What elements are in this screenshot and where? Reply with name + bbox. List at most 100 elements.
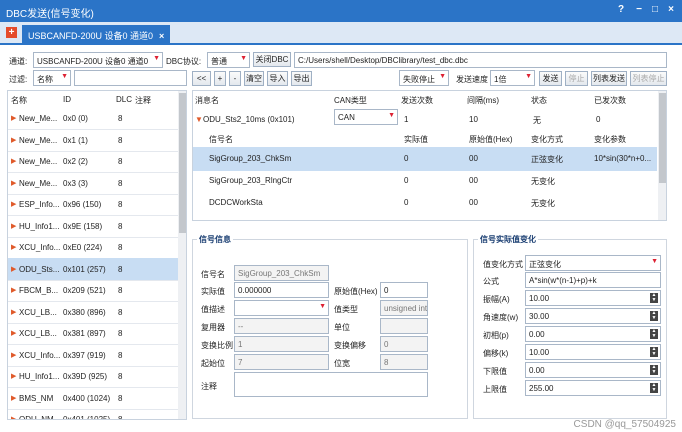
list-item[interactable]: ▶ HU_Info1... 0x39D (925) 8 [8,365,178,388]
list-item[interactable]: ▶ New_Me... 0x2 (2) 8 [8,150,178,173]
list-send-button[interactable]: 列表发送 [591,71,627,86]
list-item[interactable]: ▶ XCU_Info... 0xE0 (224) 8 [8,236,178,259]
channel-label: 通道: [9,57,28,66]
chevron-down-icon: ▼ [319,303,326,310]
tab-device[interactable]: USBCANFD-200U 设备0 通道0 × [22,25,171,45]
expand-arrow-icon[interactable]: ▶ [11,415,16,419]
signal-mode: 无变化 [531,220,555,221]
list-item[interactable]: ▶ HU_Info1... 0x9E (158) 8 [8,215,178,238]
list-item[interactable]: ▶ XCU_LB... 0x380 (896) 8 [8,301,178,324]
close-dbc-button[interactable]: 关闭DBC [253,52,291,67]
expand-arrow-icon[interactable]: ▶ [11,114,16,122]
signal-row[interactable]: DCDCWorkSta 0 00 无变化 [193,191,657,215]
w-stepper[interactable]: 30.00 ▲ ▼ [525,308,661,324]
tab-label: USBCANFD-200U 设备0 通道0 [28,31,154,41]
actual-value: 0.000000 [238,286,272,295]
msg-item-dlc: 8 [118,157,123,166]
spin-icon[interactable]: ▲ ▼ [650,347,658,357]
msg-item-name: XCU_Info... [19,350,61,360]
expand-arrow-icon[interactable]: ▶ [11,157,16,165]
message-list-scrollbar[interactable] [178,91,186,419]
dbc-path-field[interactable]: C:/Users/shell/Desktop/DBClibrary/test_d… [294,52,667,68]
list-stop-button[interactable]: 列表停止 [630,71,667,86]
filter-input[interactable] [74,70,187,86]
list-item[interactable]: ▶ BMS_NM 0x400 (1024) 8 [8,387,178,410]
speed-select[interactable]: 1倍 ▼ [490,70,535,86]
list-item[interactable]: ▶ ODU_Sts... 0x101 (257) 8 [8,257,178,281]
message-row[interactable]: ▼ ODU_Sts2_10ms (0x101) CAN ▼ 1 10 无 0 [193,107,657,131]
channel-select[interactable]: USBCANFD-200U 设备0 通道0 ▼ [33,52,163,68]
scroll-thumb[interactable] [179,93,186,233]
msg-item-id: 0x0 (0) [63,114,88,123]
add-tab-icon[interactable]: + [6,27,17,38]
formula-field[interactable]: A*sin(w*(n-1)+p)+k [525,272,661,288]
low-stepper[interactable]: 0.00 ▲ ▼ [525,362,661,378]
msg-item-id: 0x209 (521) [63,286,106,295]
msg-item-id: 0x101 (257) [63,264,106,274]
k-stepper[interactable]: 10.00 ▲ ▼ [525,344,661,360]
signal-row[interactable]: VDroopFlag000无变化 [193,213,657,221]
signal-row[interactable]: SigGroup_203_ChkSm 0 00 正弦变化 10*sin(30*n+0..… [193,147,657,171]
filter-type-select[interactable]: 名称 ▼ [33,70,71,86]
spin-icon[interactable]: ▲ ▼ [650,329,658,339]
msg-interval: 10 [469,115,478,124]
type-label: 值类型 [334,305,358,314]
list-item[interactable]: ▶ FBCM_B... 0x209 (521) 8 [8,279,178,302]
signal-row[interactable]: SigGroup_203_RlngCtr 0 00 无变化 [193,169,657,193]
expand-arrow-icon[interactable]: ▶ [11,308,16,316]
raw-value-field[interactable]: 0 [380,282,428,298]
collapse-button[interactable]: << [192,71,211,86]
expand-arrow-icon[interactable]: ▶ [11,222,16,230]
send-button[interactable]: 发送 [539,71,562,86]
offset-field: 0 [380,336,428,352]
spin-icon[interactable]: ▲ ▼ [650,383,658,393]
high-stepper[interactable]: 255.00 ▲ ▼ [525,380,661,396]
message-grid-scrollbar[interactable] [658,91,666,220]
expand-arrow-icon[interactable]: ▶ [11,351,16,359]
actual-value-field[interactable]: 0.000000 [234,282,329,298]
can-type-select[interactable]: CAN ▼ [334,109,398,125]
spin-icon[interactable]: ▲ ▼ [650,365,658,375]
fail-mode-select[interactable]: 失败停止 ▼ [399,70,449,86]
expand-arrow-icon[interactable]: ▶ [11,179,16,187]
desc-select[interactable]: ▼ [234,300,329,316]
clear-button[interactable]: 清空 [244,71,264,86]
scroll-thumb[interactable] [659,93,666,183]
spin-icon[interactable]: ▲ ▼ [650,293,658,303]
export-button[interactable]: 导出 [291,71,312,86]
expand-arrow-icon[interactable]: ▶ [11,265,16,273]
amp-stepper[interactable]: 10.00 ▲ ▼ [525,290,661,306]
list-item[interactable]: ▶ ESP_Info... 0x96 (150) 8 [8,193,178,216]
expand-arrow-icon[interactable]: ▶ [11,329,16,337]
stop-button[interactable]: 停止 [565,71,588,86]
p-stepper[interactable]: 0.00 ▲ ▼ [525,326,661,342]
msg-item-name: ODU_NM [19,415,54,420]
msg-item-name: HU_Info1... [19,221,60,231]
list-item[interactable]: ▶ ODU_NM 0x401 (1025) 8 [8,408,178,420]
expand-arrow-icon[interactable]: ▶ [11,243,16,251]
add-button[interactable]: + [214,71,226,86]
remove-button[interactable]: - [229,71,241,86]
maximize-icon[interactable]: □ [648,3,662,17]
comment-field[interactable] [234,372,428,397]
dbc-protocol-select[interactable]: 普通 ▼ [207,52,250,68]
expand-arrow-icon[interactable]: ▶ [11,394,16,402]
minimize-icon[interactable]: − [632,3,646,17]
list-item[interactable]: ▶ XCU_Info... 0x397 (919) 8 [8,344,178,367]
expand-arrow-icon[interactable]: ▶ [11,200,16,208]
close-icon[interactable]: × [664,3,678,17]
list-item[interactable]: ▶ New_Me... 0x0 (0) 8 [8,107,178,130]
expand-arrow-icon[interactable]: ▶ [11,372,16,380]
expand-arrow-icon[interactable]: ▶ [11,136,16,144]
spin-icon[interactable]: ▲ ▼ [650,311,658,321]
mode-select[interactable]: 正弦变化 ▼ [525,255,661,271]
list-item[interactable]: ▶ New_Me... 0x3 (3) 8 [8,172,178,195]
signal-actual: 0 [404,198,409,207]
list-item[interactable]: ▶ New_Me... 0x1 (1) 8 [8,129,178,152]
list-item[interactable]: ▶ XCU_LB... 0x381 (897) 8 [8,322,178,345]
expand-arrow-icon[interactable]: ▼ [195,115,203,124]
import-button[interactable]: 导入 [267,71,288,86]
tab-close-icon[interactable]: × [159,31,164,41]
expand-arrow-icon[interactable]: ▶ [11,286,16,294]
help-icon[interactable]: ? [614,3,628,17]
